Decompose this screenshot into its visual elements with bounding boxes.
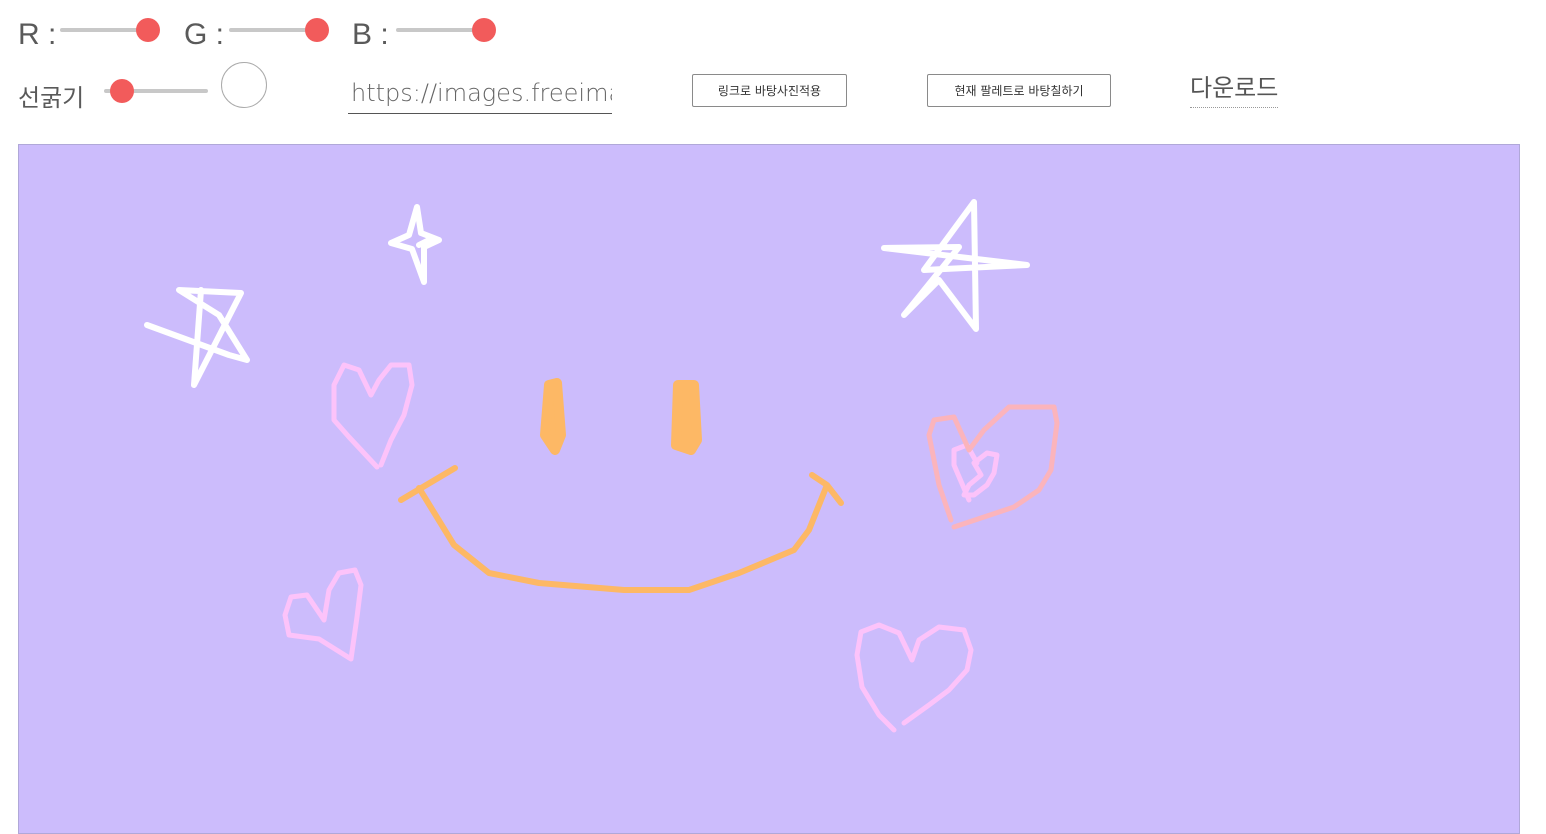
r-label: R : bbox=[18, 18, 57, 51]
background-url-input[interactable] bbox=[348, 72, 612, 114]
star-large-right bbox=[881, 199, 1030, 332]
heart-top-left bbox=[331, 362, 415, 470]
brush-width-thumb[interactable] bbox=[110, 79, 134, 103]
g-label: G : bbox=[184, 18, 225, 51]
heart-doodles bbox=[282, 362, 1000, 733]
g-slider[interactable] bbox=[229, 18, 331, 42]
heart-bottom-right bbox=[854, 622, 974, 733]
apply-background-link-button[interactable]: 링크로 바탕사진적용 bbox=[692, 74, 847, 107]
r-slider-track bbox=[60, 28, 140, 32]
fill-with-palette-button[interactable]: 현재 팔레트로 바탕칠하기 bbox=[927, 74, 1111, 107]
r-slider-thumb[interactable] bbox=[136, 18, 160, 42]
g-slider-thumb[interactable] bbox=[305, 18, 329, 42]
download-link[interactable]: 다운로드 bbox=[1190, 74, 1279, 108]
b-label: B : bbox=[352, 18, 389, 51]
r-slider[interactable] bbox=[60, 18, 162, 42]
b-slider-track bbox=[396, 28, 476, 32]
heart-inner bbox=[951, 442, 1000, 503]
heart-bottom-left bbox=[282, 567, 364, 662]
right-eye bbox=[671, 380, 702, 455]
brush-width-label: 선굵기 bbox=[18, 84, 85, 112]
left-eye bbox=[540, 378, 566, 455]
brush-preview-circle bbox=[221, 62, 267, 108]
drawing-canvas[interactable] bbox=[18, 144, 1520, 834]
brush-width-slider[interactable] bbox=[104, 79, 208, 103]
smile-mouth bbox=[398, 465, 844, 593]
canvas-drawing-layer bbox=[144, 199, 1060, 733]
star-small-left bbox=[144, 287, 250, 388]
b-slider-thumb[interactable] bbox=[472, 18, 496, 42]
sparkle-star bbox=[388, 204, 442, 285]
smiley-face bbox=[398, 378, 844, 593]
g-slider-track bbox=[229, 28, 309, 32]
star-doodles bbox=[144, 199, 1030, 388]
b-slider[interactable] bbox=[396, 18, 498, 42]
